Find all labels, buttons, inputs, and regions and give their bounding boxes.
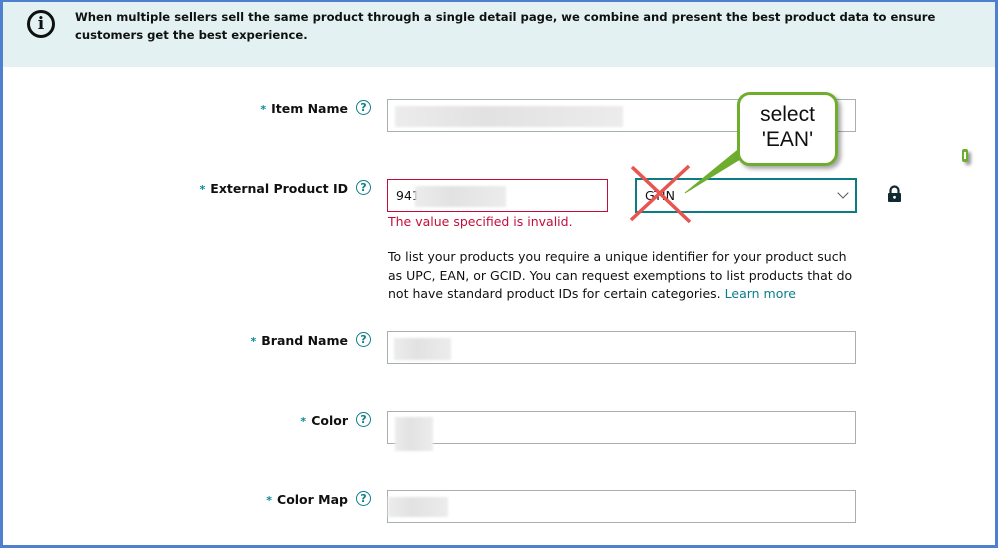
color-label: * Color: [300, 413, 348, 428]
annotation-callout: select 'EAN': [737, 92, 838, 166]
lock-icon: [888, 185, 901, 202]
annotation-marker: [962, 149, 968, 162]
color-map-label: * Color Map: [266, 492, 348, 507]
brand-name-help-icon[interactable]: ?: [356, 332, 371, 347]
color-map-select[interactable]: [387, 490, 856, 523]
info-banner: i When multiple sellers sell the same pr…: [3, 2, 995, 67]
brand-name-input[interactable]: [387, 331, 856, 364]
error-message: The value specified is invalid.: [388, 214, 573, 229]
external-product-id-label: * External Product ID: [199, 181, 348, 196]
learn-more-link[interactable]: Learn more: [725, 286, 796, 301]
redacted-value: [395, 106, 623, 127]
item-name-label: * Item Name: [260, 101, 348, 116]
color-input[interactable]: [387, 411, 856, 451]
info-banner-text: When multiple sellers sell the same prod…: [75, 10, 936, 42]
chevron-down-icon: [837, 187, 849, 199]
color-map-help-icon[interactable]: ?: [356, 491, 371, 506]
redacted-value: [394, 338, 451, 360]
item-name-help-icon[interactable]: ?: [356, 100, 371, 115]
redacted-value: [415, 186, 506, 207]
color-help-icon[interactable]: ?: [356, 412, 371, 427]
product-id-help-text: To list your products you require a uniq…: [388, 249, 853, 301]
external-product-id-help-icon[interactable]: ?: [356, 180, 371, 195]
external-product-id-input[interactable]: 941: [387, 179, 608, 212]
info-icon: i: [27, 10, 55, 38]
redacted-value: [395, 417, 433, 451]
redacted-value: [388, 497, 448, 517]
product-id-type-select[interactable]: GTIN: [635, 178, 857, 213]
brand-name-label: * Brand Name: [250, 333, 349, 348]
